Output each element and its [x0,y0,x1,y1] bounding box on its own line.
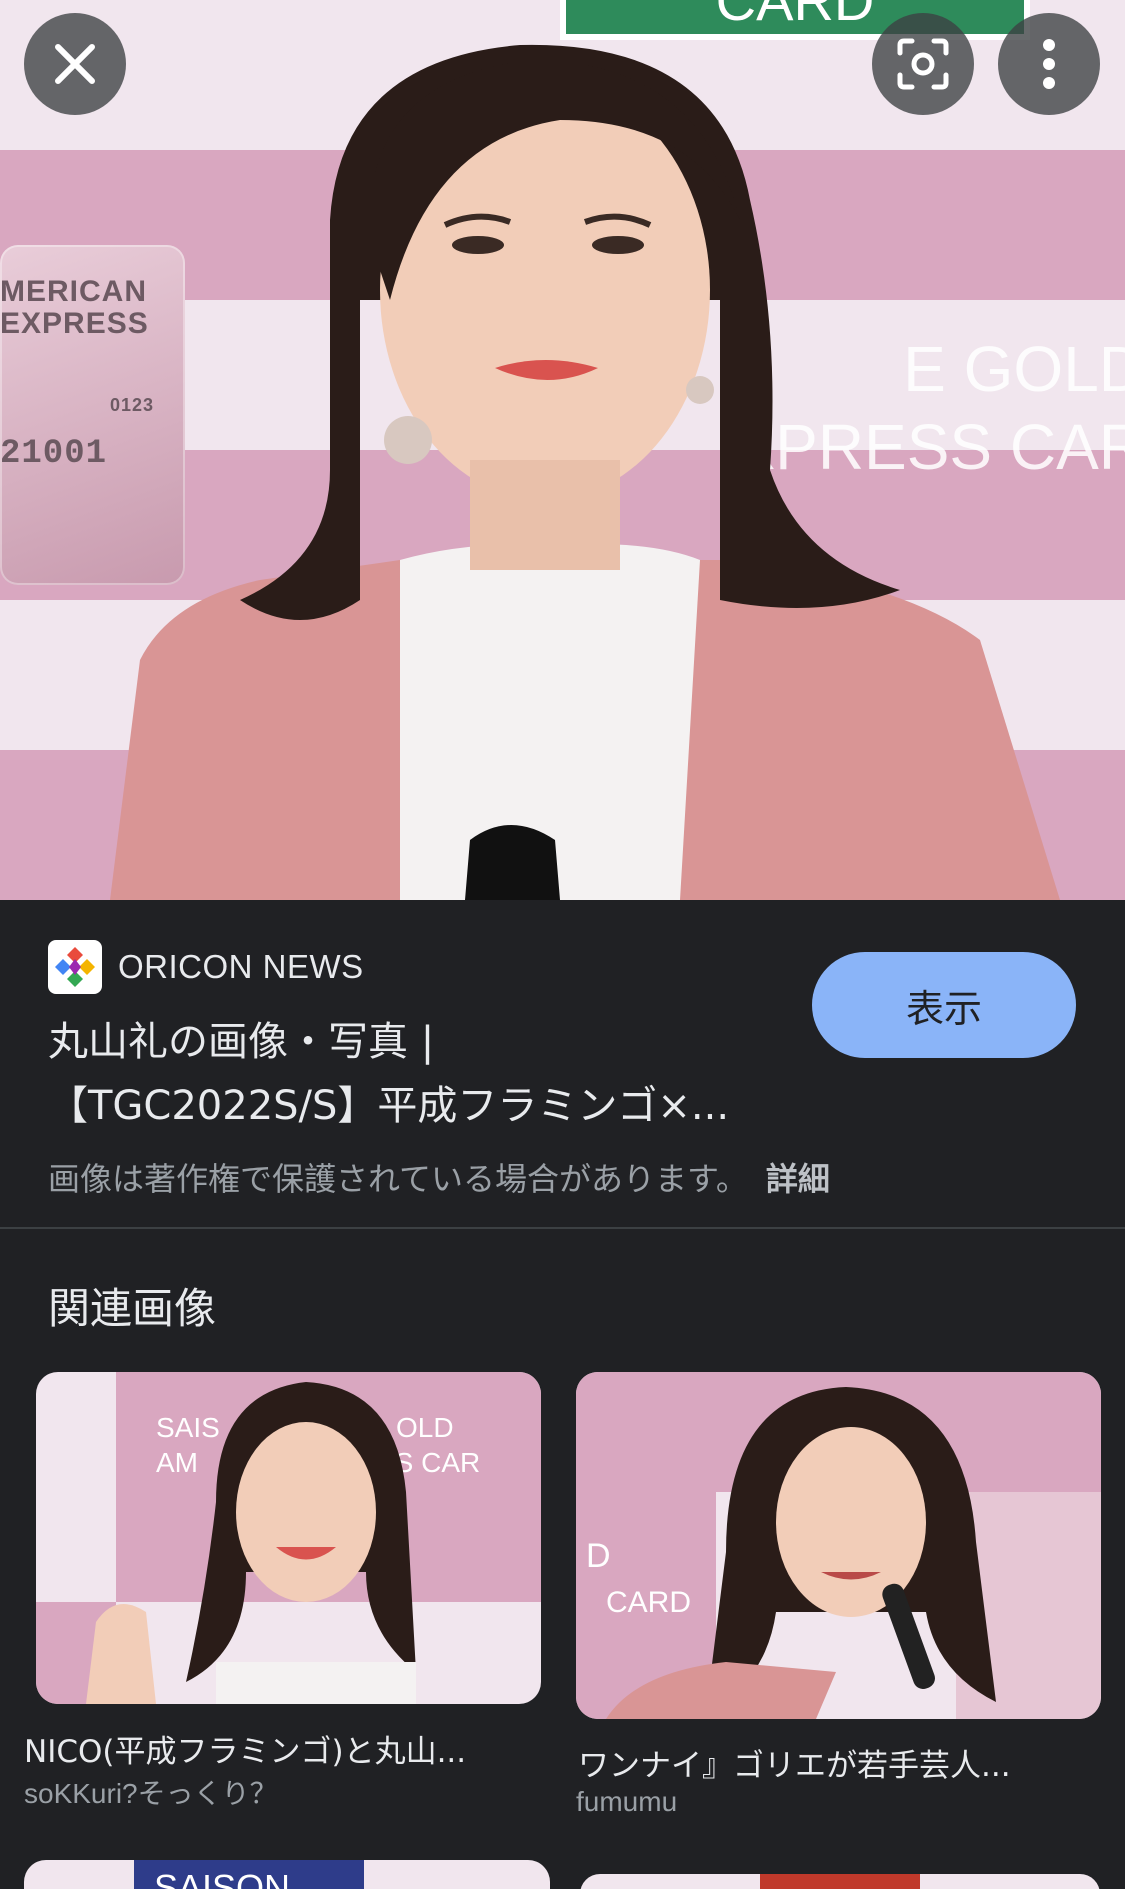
image-text: SAIS [156,1412,220,1443]
related-image-thumbnail[interactable] [580,1874,1100,1889]
person-photo [110,44,1060,900]
related-images-heading: 関連画像 [48,1284,217,1333]
lens-button[interactable] [872,13,974,115]
copyright-text: 画像は著作権で保護されている場合があります。 [48,1160,748,1198]
source-favicon [48,940,102,994]
source-name: ORICON NEWS [118,948,364,985]
related-image-thumbnail[interactable]: SAIS AM OLD SS CAR [36,1372,541,1704]
result-title-line: 【TGC2022S/S】平成フラミンゴ×... [48,1083,730,1129]
more-options-button[interactable] [998,13,1100,115]
close-button[interactable] [24,13,126,115]
related-image-3: SAISON [24,1860,550,1889]
details-link[interactable]: 詳細 [766,1160,830,1198]
related-item-source: fumumu [576,1786,678,1817]
oricon-logo-icon [55,947,95,987]
related-image-2: D CARD [576,1372,1101,1719]
divider [0,1227,1125,1229]
view-button[interactable]: 表示 [812,952,1076,1058]
related-image-thumbnail[interactable]: SAISON [24,1860,550,1889]
image-text: D [586,1537,611,1575]
image-text: SAISON [154,1867,290,1889]
result-title-line: 丸山礼の画像・写真 | [48,1019,435,1065]
close-icon [55,44,95,84]
image-text: AM [156,1447,198,1478]
more-vertical-icon [1043,39,1055,89]
related-item-title[interactable]: NICO(平成フラミンゴ)と丸山... [24,1726,466,1771]
copyright-notice: 画像は著作権で保護されている場合があります。 詳細 [48,1154,830,1200]
related-item-title[interactable]: ワンナイ』ゴリエが若手芸人... [578,1740,1011,1785]
result-title[interactable]: 丸山礼の画像・写真 | 【TGC2022S/S】平成フラミンゴ×... [48,1010,788,1138]
related-image-thumbnail[interactable]: D CARD [576,1372,1101,1719]
source-row[interactable]: ORICON NEWS [48,940,364,994]
lens-icon [897,38,949,90]
image-text: OLD [396,1412,454,1443]
main-image[interactable]: CARD MERICAN EXPRESS 0123 21001 E GOLD X… [0,0,1125,900]
related-image-4 [580,1874,1100,1889]
image-text: CARD [606,1586,691,1619]
related-image-1: SAIS AM OLD SS CAR [36,1372,541,1704]
related-item-source: soKKuri?そっくり？ [24,1778,278,1809]
